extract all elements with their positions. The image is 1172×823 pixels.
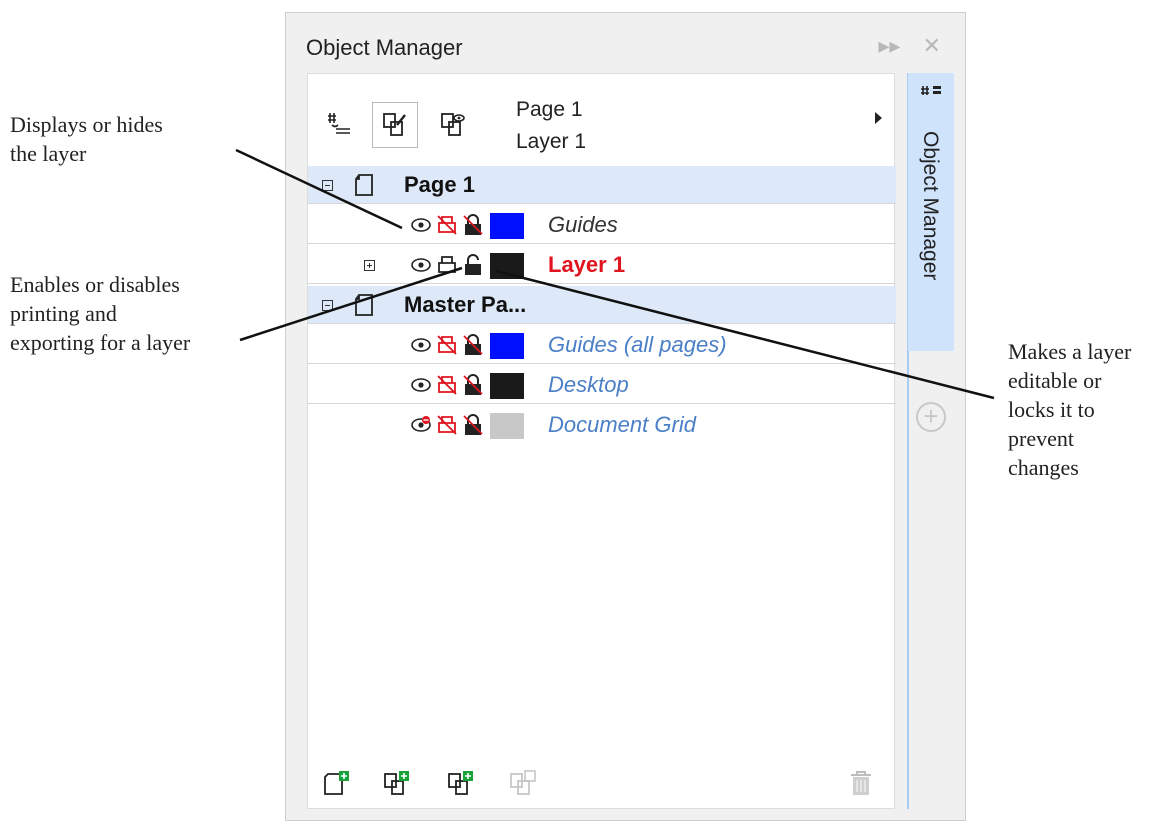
annotation-line: printing and bbox=[10, 301, 117, 326]
toolbar: Page 1 Layer 1 bbox=[308, 74, 896, 166]
annotation-line: locks it to bbox=[1008, 397, 1095, 422]
lock-locked-icon[interactable] bbox=[462, 214, 484, 236]
page-properties-icon bbox=[921, 86, 941, 95]
current-page-label: Page 1 bbox=[516, 98, 583, 121]
tree-row-layer[interactable]: Guides (all pages) bbox=[308, 326, 896, 364]
layer-color-swatch[interactable] bbox=[490, 373, 524, 399]
annotation-line: changes bbox=[1008, 455, 1079, 480]
layer-color-swatch[interactable] bbox=[490, 413, 524, 439]
content-area: Page 1 Layer 1 Page 1 Guides Layer 1 Mas… bbox=[307, 73, 896, 809]
current-location: Page 1 Layer 1 bbox=[516, 94, 586, 158]
tree-row-master-page[interactable]: Master Pa... bbox=[308, 286, 896, 324]
print-annotation: Enables or disables printing and exporti… bbox=[10, 270, 190, 357]
tree-row-layer[interactable]: Guides bbox=[308, 206, 896, 244]
object-manager-side-tab[interactable]: Object Manager bbox=[908, 73, 954, 351]
lock-locked-icon[interactable] bbox=[462, 374, 484, 396]
layer-manager-view-icon[interactable] bbox=[430, 102, 476, 148]
annotation-line: Displays or hides bbox=[10, 112, 163, 137]
current-layer-label: Layer 1 bbox=[516, 130, 587, 153]
expand-icon[interactable] bbox=[364, 260, 375, 271]
printer-icon[interactable] bbox=[436, 254, 458, 276]
new-master-layer-all-icon[interactable] bbox=[508, 768, 538, 798]
page-icon bbox=[355, 174, 373, 196]
bottom-toolbar bbox=[308, 758, 896, 808]
object-manager-panel: Object Manager ▸▸ ✕ Page 1 Layer 1 Page … bbox=[285, 12, 966, 821]
layer-color-swatch[interactable] bbox=[490, 253, 524, 279]
annotation-line: Makes a layer bbox=[1008, 339, 1132, 364]
printer-disabled-icon[interactable] bbox=[436, 414, 458, 436]
add-docker-icon[interactable]: + bbox=[916, 402, 946, 432]
page-icon bbox=[355, 294, 373, 316]
display-annotation: Displays or hides the layer bbox=[10, 110, 163, 168]
collapse-icon[interactable] bbox=[322, 300, 333, 311]
layer-properties-icon[interactable] bbox=[372, 102, 418, 148]
eye-icon[interactable] bbox=[410, 374, 432, 396]
tree-row-label: Document Grid bbox=[548, 412, 696, 437]
flyout-arrow-icon[interactable] bbox=[875, 112, 882, 124]
expand-icon[interactable]: ▸▸ bbox=[878, 33, 900, 58]
tree-row-label: Guides bbox=[548, 212, 618, 237]
annotation-line: exporting for a layer bbox=[10, 330, 191, 355]
annotation-line: the layer bbox=[10, 141, 87, 166]
tree-row-label: Layer 1 bbox=[548, 252, 626, 277]
collapse-icon[interactable] bbox=[322, 180, 333, 191]
layer-color-swatch[interactable] bbox=[490, 213, 524, 239]
annotation-line: Enables or disables bbox=[10, 272, 180, 297]
delete-icon[interactable] bbox=[848, 768, 874, 798]
page-properties-icon[interactable] bbox=[316, 102, 362, 148]
tree-row-layer-active[interactable]: Layer 1 bbox=[308, 246, 896, 284]
new-page-icon[interactable] bbox=[322, 768, 352, 798]
lock-unlocked-icon[interactable] bbox=[462, 254, 484, 276]
eye-icon[interactable] bbox=[410, 254, 432, 276]
tree-row-page[interactable]: Page 1 bbox=[308, 166, 896, 204]
eye-hidden-icon[interactable] bbox=[410, 414, 432, 436]
lock-locked-icon[interactable] bbox=[462, 414, 484, 436]
printer-disabled-icon[interactable] bbox=[436, 214, 458, 236]
new-master-layer-icon[interactable] bbox=[446, 768, 476, 798]
eye-icon[interactable] bbox=[410, 214, 432, 236]
new-layer-icon[interactable] bbox=[382, 768, 412, 798]
tree-row-layer[interactable]: Desktop bbox=[308, 366, 896, 404]
layer-color-swatch[interactable] bbox=[490, 333, 524, 359]
eye-icon[interactable] bbox=[410, 334, 432, 356]
tree-row-label: Page 1 bbox=[404, 172, 475, 197]
annotation-line: editable or bbox=[1008, 368, 1102, 393]
title-controls: ▸▸ ✕ bbox=[862, 33, 941, 59]
close-icon[interactable]: ✕ bbox=[923, 33, 941, 58]
tree-row-layer[interactable]: Document Grid bbox=[308, 406, 896, 444]
lock-annotation: Makes a layer editable or locks it to pr… bbox=[1008, 337, 1131, 482]
lock-locked-icon[interactable] bbox=[462, 334, 484, 356]
printer-disabled-icon[interactable] bbox=[436, 374, 458, 396]
tree-row-label: Desktop bbox=[548, 372, 629, 397]
printer-disabled-icon[interactable] bbox=[436, 334, 458, 356]
panel-title: Object Manager bbox=[306, 35, 463, 60]
annotation-line: prevent bbox=[1008, 426, 1074, 451]
tree-row-label: Guides (all pages) bbox=[548, 332, 727, 357]
tree-row-label: Master Pa... bbox=[404, 292, 527, 317]
side-tab-label: Object Manager bbox=[919, 131, 942, 281]
